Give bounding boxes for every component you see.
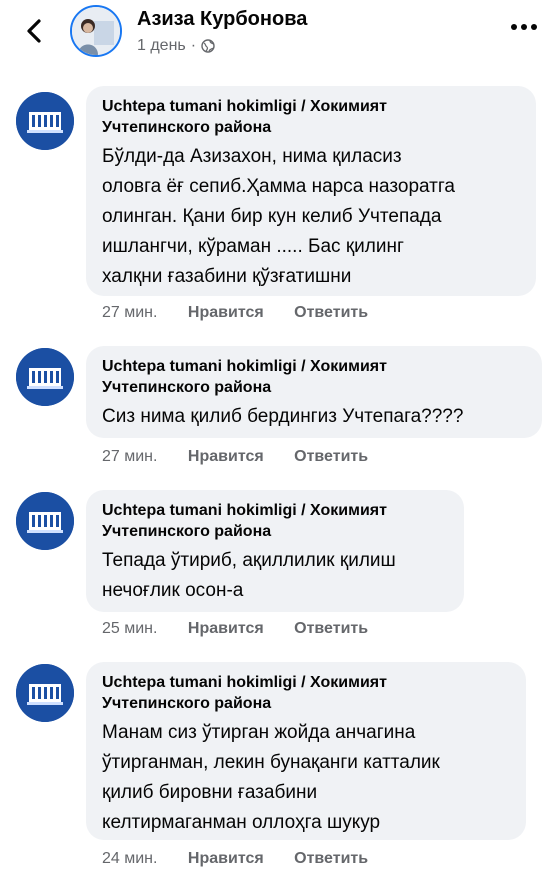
reply-button[interactable]: Ответить <box>294 620 368 638</box>
comment-actions: 24 мин. Нравится Ответить <box>102 850 368 868</box>
globe-icon <box>201 39 215 53</box>
building-logo-icon <box>16 492 74 550</box>
like-button[interactable]: Нравится <box>188 304 264 322</box>
reply-button[interactable]: Ответить <box>294 448 368 466</box>
comment-actions: 27 мин. Нравится Ответить <box>102 304 368 322</box>
comment-text: Манам сиз ўтирган жойда анчагина ўтирган… <box>102 722 440 833</box>
comment-actions: 25 мин. Нравится Ответить <box>102 620 368 638</box>
profile-name[interactable]: Азиза Курбонова <box>137 8 307 31</box>
comment-time[interactable]: 25 мин. <box>102 620 157 638</box>
comment-text: Бўлди-да Азизахон, нима қиласиз оловга ё… <box>102 146 455 287</box>
building-logo-icon <box>16 348 74 406</box>
building-logo-icon <box>16 664 74 722</box>
more-options-button[interactable] <box>508 17 540 37</box>
comment-actions: 27 мин. Нравится Ответить <box>102 448 368 466</box>
comment-author[interactable]: Uchtepa tumani hokimligi / Хокимият Учте… <box>102 96 522 138</box>
comment-text: Тепада ўтириб, ақиллилик қилиш нечоғлик … <box>102 550 396 601</box>
post-meta: 1 день · <box>137 37 215 55</box>
reply-button[interactable]: Ответить <box>294 304 368 322</box>
comment-time[interactable]: 24 мин. <box>102 850 157 868</box>
comment-author[interactable]: Uchtepa tumani hokimligi / Хокимият Учте… <box>102 672 512 714</box>
commenter-avatar[interactable] <box>16 92 74 150</box>
back-button[interactable] <box>20 16 50 46</box>
commenter-avatar[interactable] <box>16 348 74 406</box>
building-logo-icon <box>16 92 74 150</box>
comment-bubble: Uchtepa tumani hokimligi / Хокимият Учте… <box>86 346 542 438</box>
profile-avatar[interactable] <box>70 5 122 57</box>
like-button[interactable]: Нравится <box>188 448 264 466</box>
comment-bubble: Uchtepa tumani hokimligi / Хокимият Учте… <box>86 662 526 840</box>
commenter-avatar[interactable] <box>16 492 74 550</box>
post-header: Азиза Курбонова 1 день · <box>0 0 560 76</box>
commenter-avatar[interactable] <box>16 664 74 722</box>
more-dots-icon <box>511 24 537 30</box>
comment-text: Сиз нима қилиб бердингиз Учтепага???? <box>102 406 464 427</box>
comment-time[interactable]: 27 мин. <box>102 448 157 466</box>
like-button[interactable]: Нравится <box>188 850 264 868</box>
profile-photo-icon <box>72 7 120 55</box>
comment-author[interactable]: Uchtepa tumani hokimligi / Хокимият Учте… <box>102 356 528 398</box>
like-button[interactable]: Нравится <box>188 620 264 638</box>
post-time[interactable]: 1 день <box>137 37 186 55</box>
chevron-left-icon <box>27 19 41 43</box>
comment-bubble: Uchtepa tumani hokimligi / Хокимият Учте… <box>86 490 464 612</box>
comment-author[interactable]: Uchtepa tumani hokimligi / Хокимият Учте… <box>102 500 450 542</box>
comment-time[interactable]: 27 мин. <box>102 304 157 322</box>
reply-button[interactable]: Ответить <box>294 850 368 868</box>
comment-bubble: Uchtepa tumani hokimligi / Хокимият Учте… <box>86 86 536 296</box>
meta-separator: · <box>190 37 197 54</box>
